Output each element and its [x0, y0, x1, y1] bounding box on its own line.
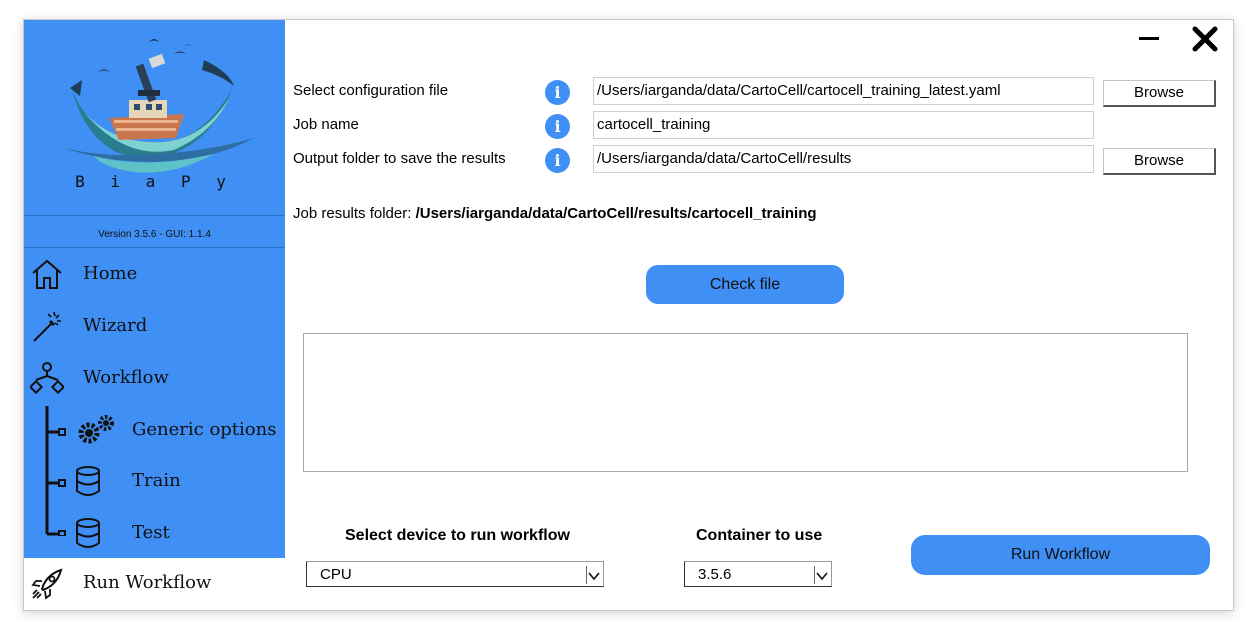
job-name-field[interactable]: cartocell_training	[593, 111, 1094, 139]
run-workflow-button[interactable]: Run Workflow	[911, 535, 1210, 575]
output-folder-label: Output folder to save the results	[293, 150, 506, 167]
job-results-label: Job results folder:	[293, 205, 412, 222]
sidebar-item-train[interactable]: Train	[24, 456, 285, 506]
chevron-down-icon	[814, 566, 828, 584]
divider	[24, 215, 285, 216]
close-icon[interactable]	[1191, 25, 1219, 53]
output-browse-button[interactable]: Browse	[1103, 148, 1216, 175]
sidebar-item-workflow[interactable]: Workflow	[24, 353, 285, 403]
sidebar-item-label: Run Workflow	[83, 572, 212, 593]
config-browse-button[interactable]: Browse	[1103, 80, 1216, 107]
sidebar-item-label: Test	[132, 522, 170, 543]
device-label: Select device to run workflow	[345, 527, 570, 544]
job-results-path: /Users/iarganda/data/CartoCell/results/c…	[415, 205, 817, 222]
output-folder-field[interactable]: /Users/iarganda/data/CartoCell/results	[593, 145, 1094, 173]
job-results-folder: Job results folder: /Users/iarganda/data…	[293, 205, 817, 222]
job-name-label: Job name	[293, 116, 359, 133]
sidebar: B i a P y Version 3.5.6 - GUI: 1.1.4 Hom…	[24, 20, 285, 610]
app-window: B i a P y Version 3.5.6 - GUI: 1.1.4 Hom…	[23, 19, 1234, 611]
info-icon[interactable]: i	[545, 114, 570, 139]
gears-icon	[78, 415, 114, 444]
container-label: Container to use	[696, 527, 823, 544]
sidebar-item-label: Home	[83, 263, 138, 284]
brand-name: B i a P y	[75, 172, 234, 191]
minimize-icon[interactable]	[1139, 37, 1159, 40]
output-log-area[interactable]	[303, 333, 1188, 472]
info-icon[interactable]: i	[545, 148, 570, 173]
sidebar-item-label: Generic options	[132, 419, 277, 440]
sidebar-item-home[interactable]: Home	[24, 249, 285, 299]
chevron-down-icon	[586, 566, 600, 584]
sidebar-item-wizard[interactable]: Wizard	[24, 301, 285, 351]
sidebar-item-run-workflow[interactable]: Run Workflow	[24, 558, 285, 610]
magic-wand-icon	[33, 311, 61, 342]
rocket-icon	[31, 568, 63, 600]
divider	[24, 247, 285, 248]
info-icon[interactable]: i	[545, 80, 570, 105]
sidebar-item-label: Train	[132, 470, 181, 491]
sidebar-item-generic-options[interactable]: Generic options	[24, 405, 285, 455]
device-selected-value: CPU	[320, 566, 352, 583]
device-select[interactable]: CPU	[306, 561, 604, 587]
database-icon	[76, 466, 100, 496]
database-icon	[76, 518, 100, 548]
config-file-label: Select configuration file	[293, 82, 449, 99]
version-label: Version 3.5.6 - GUI: 1.1.4	[98, 229, 211, 240]
workflow-icon	[30, 362, 64, 395]
sidebar-item-test[interactable]: Test	[24, 508, 285, 558]
sidebar-item-label: Workflow	[83, 367, 169, 388]
config-file-field[interactable]: /Users/iarganda/data/CartoCell/cartocell…	[593, 77, 1094, 105]
check-file-button[interactable]: Check file	[646, 265, 844, 304]
container-selected-value: 3.5.6	[698, 566, 732, 583]
home-icon	[32, 259, 62, 289]
sidebar-item-label: Wizard	[83, 315, 148, 336]
container-select[interactable]: 3.5.6	[684, 561, 832, 587]
